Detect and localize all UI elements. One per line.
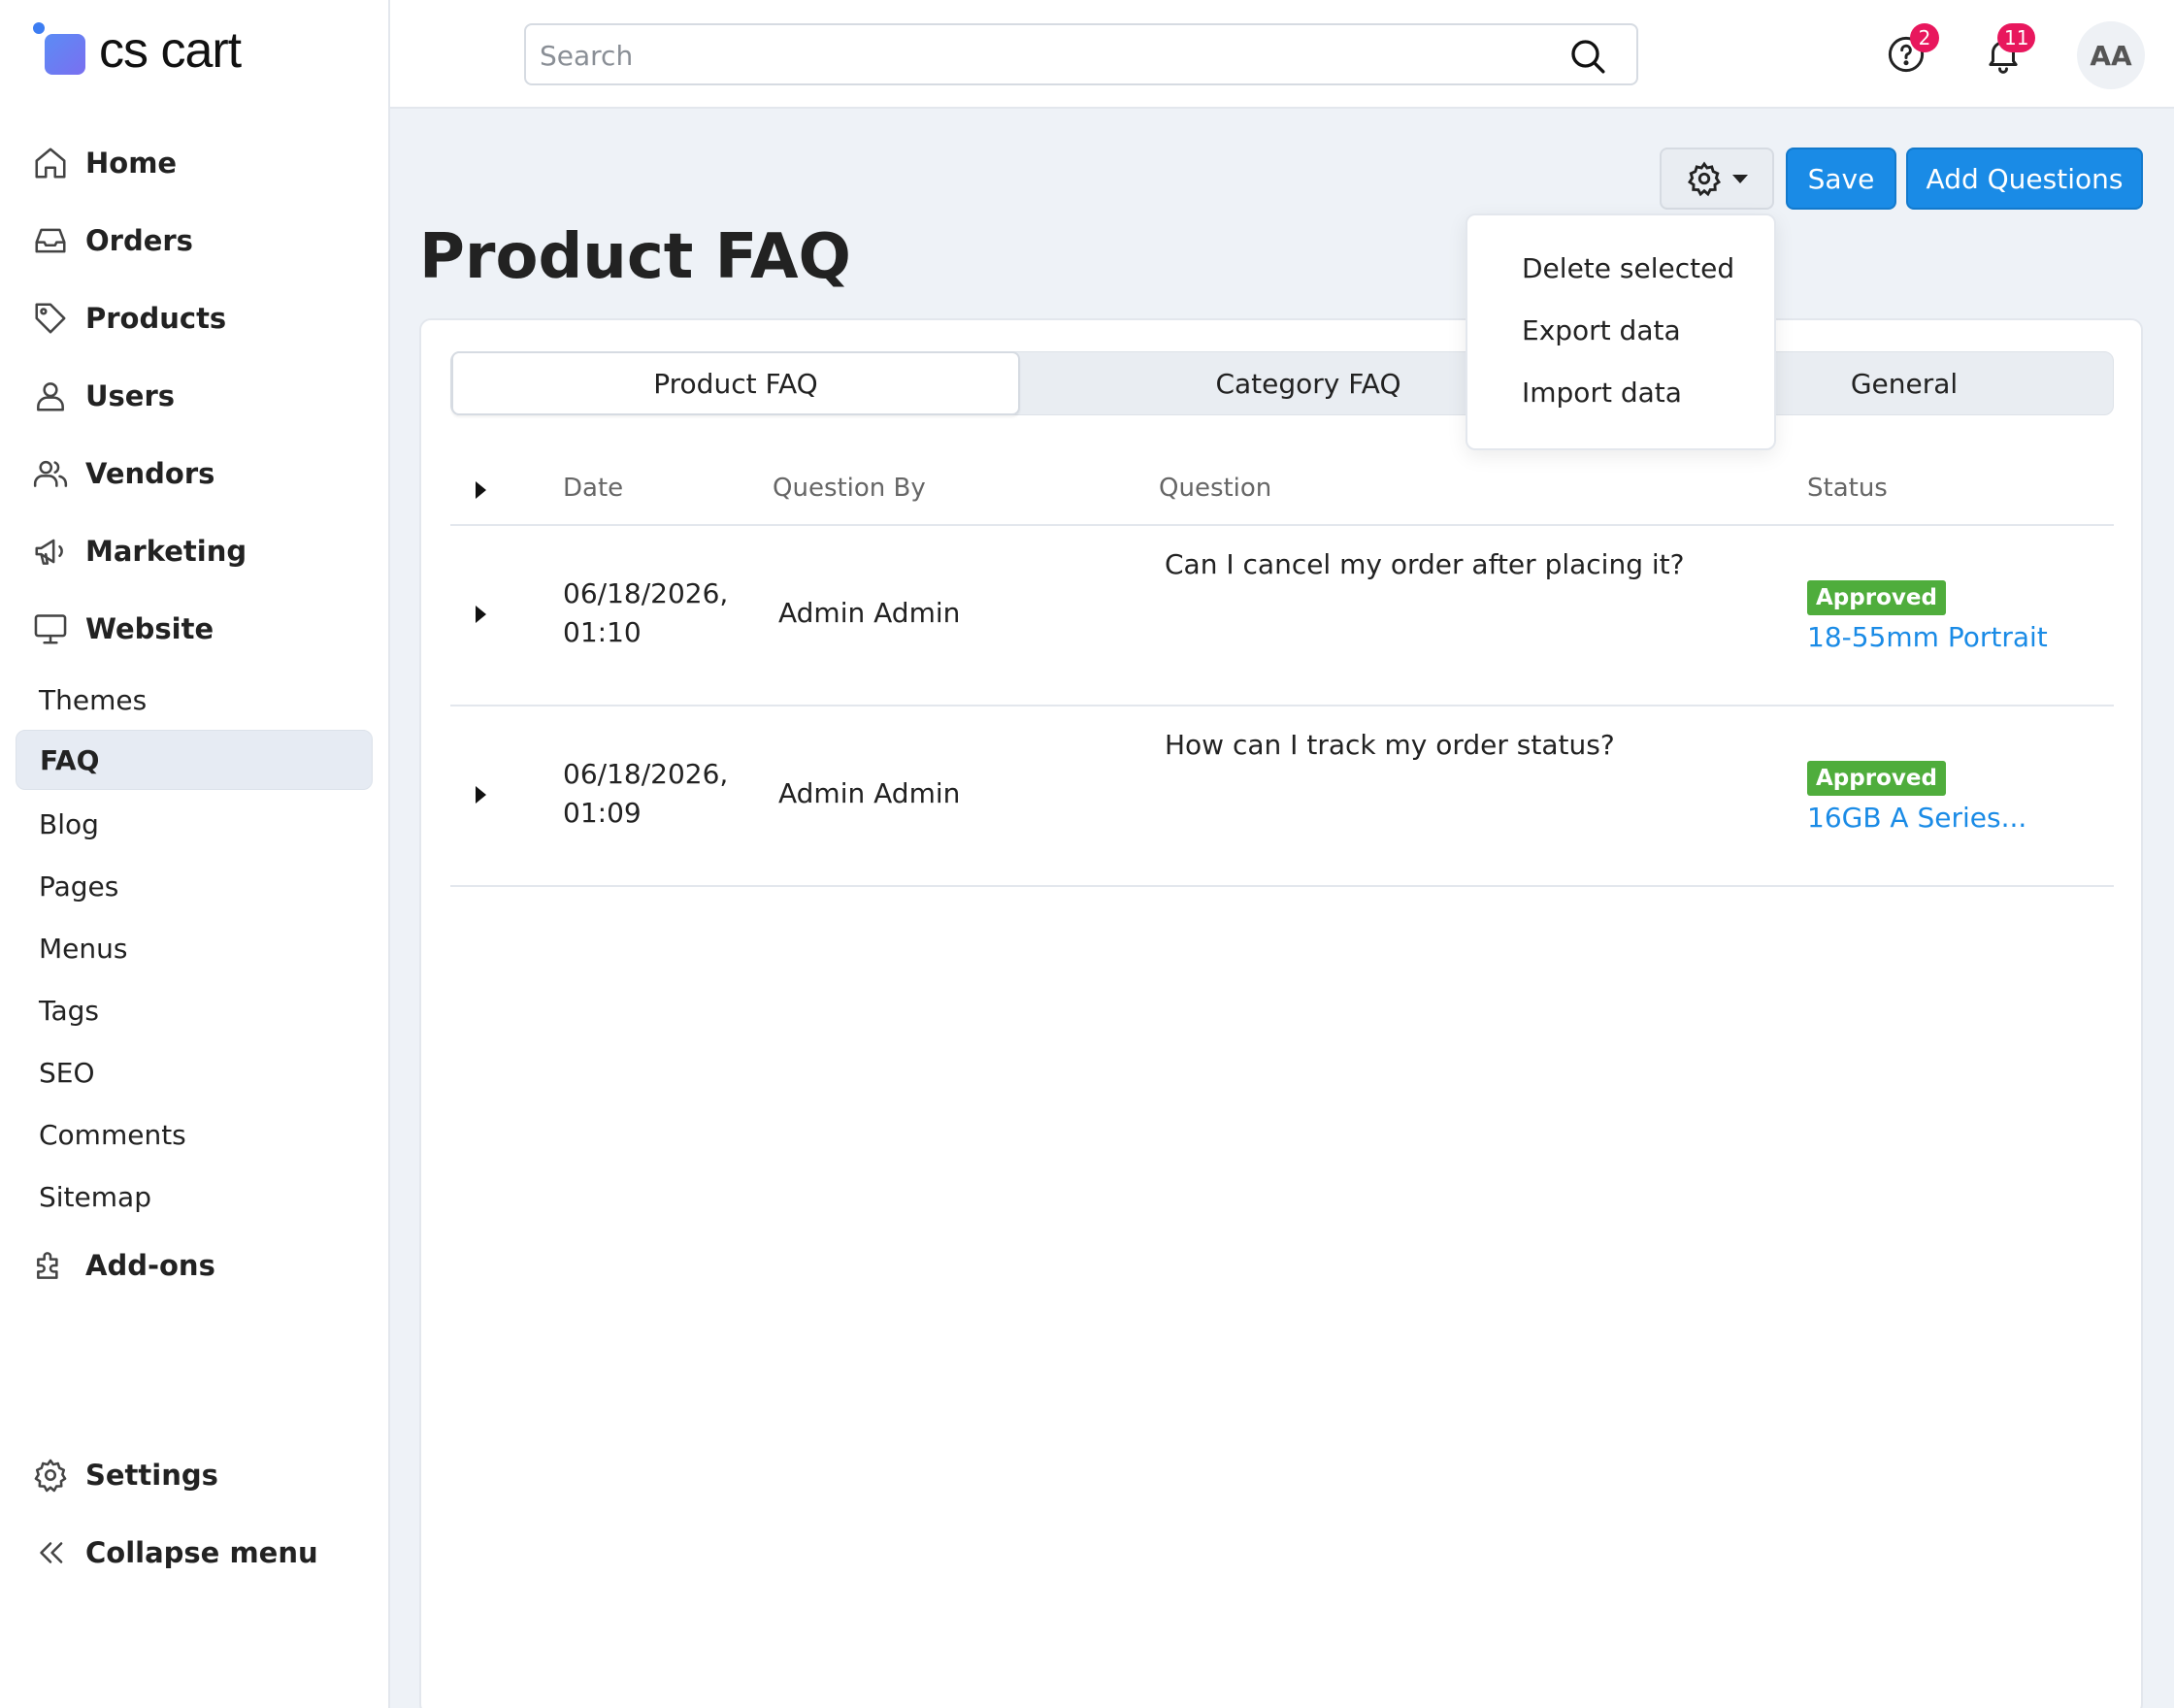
megaphone-icon (31, 532, 70, 571)
row-question: How can I track my order status? (1165, 729, 1615, 761)
column-header-question[interactable]: Question (1159, 474, 1271, 503)
row-date-line1: 06/18/2026, (563, 758, 729, 790)
sidebar-item-orders[interactable]: Orders (31, 212, 193, 270)
notifications-button[interactable]: 11 (1974, 23, 2036, 83)
settings-dropdown-button[interactable] (1660, 148, 1774, 210)
sidebar-item-products[interactable]: Products (31, 289, 226, 347)
sidebar-item-users[interactable]: Users (31, 367, 175, 425)
sidebar-item-label: Collapse menu (85, 1536, 318, 1569)
monitor-icon (31, 609, 70, 648)
status-badge: Approved (1807, 761, 1946, 796)
tab-bar: Product FAQ Category FAQ General (450, 351, 2114, 415)
row-date: 06/18/2026, 01:10 (563, 575, 728, 652)
row-question-by: Admin Admin (778, 597, 961, 629)
row-question: Can I cancel my order after placing it? (1165, 548, 1685, 580)
status-badge: Approved (1807, 580, 1946, 615)
sidebar-item-collapse-menu[interactable]: Collapse menu (31, 1524, 318, 1582)
search-input[interactable] (540, 35, 1549, 76)
row-question-by: Admin Admin (778, 777, 961, 809)
expand-all-icon[interactable] (476, 481, 486, 499)
faq-card: Product FAQ Category FAQ General Date Qu… (419, 318, 2143, 1708)
save-button[interactable]: Save (1786, 148, 1896, 210)
product-link[interactable]: 16GB A Series... (1807, 802, 2026, 834)
sidebar-item-label: Add-ons (85, 1249, 215, 1282)
sidebar-item-label: Users (85, 379, 176, 412)
column-header-status[interactable]: Status (1807, 474, 1888, 503)
sidebar-subitem-tags[interactable]: Tags (16, 980, 373, 1040)
search-box (524, 23, 1638, 85)
sidebar-subitem-themes[interactable]: Themes (16, 670, 373, 730)
avatar[interactable]: AA (2077, 21, 2145, 89)
add-questions-button[interactable]: Add Questions (1906, 148, 2143, 210)
settings-dropdown-menu: Delete selected Export data Import data (1466, 214, 1776, 450)
sidebar-item-home[interactable]: Home (31, 134, 177, 192)
sidebar-subitem-faq[interactable]: FAQ (16, 730, 373, 790)
help-badge: 2 (1910, 23, 1939, 52)
menu-item-export-data[interactable]: Export data (1522, 314, 1681, 346)
sidebar-subitem-sitemap[interactable]: Sitemap (16, 1166, 373, 1227)
users-icon (31, 454, 70, 493)
search-icon[interactable] (1568, 37, 1607, 76)
sidebar: cs cart Home Orders Products Users Vendo… (0, 0, 390, 1708)
row-date-line1: 06/18/2026, (563, 577, 729, 609)
table-row[interactable]: 06/18/2026, 01:09 Admin Admin How can I … (450, 706, 2114, 887)
table-row[interactable]: 06/18/2026, 01:10 Admin Admin Can I canc… (450, 526, 2114, 706)
logo-mark-icon (31, 22, 87, 79)
sidebar-item-vendors[interactable]: Vendors (31, 444, 214, 503)
product-link[interactable]: 18-55mm Portrait (1807, 621, 2048, 653)
notifications-badge: 11 (1997, 23, 2036, 52)
puzzle-icon (31, 1246, 70, 1285)
sidebar-subitem-pages[interactable]: Pages (16, 856, 373, 916)
logo[interactable]: cs cart (31, 21, 242, 80)
sidebar-subitem-seo[interactable]: SEO (16, 1042, 373, 1102)
table-header: Date Question By Question Status (450, 452, 2114, 526)
sidebar-subitem-blog[interactable]: Blog (16, 794, 373, 854)
expand-row-icon[interactable] (476, 786, 486, 804)
sidebar-item-addons[interactable]: Add-ons (31, 1236, 215, 1295)
column-header-question-by[interactable]: Question By (773, 474, 926, 503)
expand-row-icon[interactable] (476, 606, 486, 623)
row-date-line2: 01:09 (563, 797, 642, 829)
sidebar-subitem-menus[interactable]: Menus (16, 918, 373, 978)
row-date-line2: 01:10 (563, 616, 642, 648)
sidebar-item-website[interactable]: Website (31, 600, 214, 658)
inbox-icon (31, 221, 70, 260)
top-bar: 2 11 AA (390, 0, 2174, 109)
column-header-date[interactable]: Date (563, 474, 623, 503)
double-chevron-left-icon (31, 1533, 70, 1572)
tag-icon (31, 299, 70, 338)
gear-icon (1687, 161, 1722, 197)
sidebar-item-label: Marketing (85, 535, 247, 568)
sidebar-item-label: Home (85, 147, 178, 180)
home-icon (31, 144, 70, 182)
sidebar-subitem-comments[interactable]: Comments (16, 1104, 373, 1165)
sidebar-item-label: Orders (85, 224, 193, 257)
help-button[interactable]: 2 (1877, 23, 1939, 83)
logo-text: cs cart (99, 22, 242, 79)
sidebar-item-label: Website (85, 612, 214, 645)
menu-item-delete-selected[interactable]: Delete selected (1522, 252, 1734, 284)
gear-icon (31, 1456, 70, 1494)
page-title: Product FAQ (419, 221, 851, 293)
tab-product-faq[interactable]: Product FAQ (451, 351, 1020, 415)
caret-down-icon (1732, 174, 1748, 183)
row-date: 06/18/2026, 01:09 (563, 755, 728, 833)
sidebar-item-marketing[interactable]: Marketing (31, 522, 247, 580)
sidebar-item-settings[interactable]: Settings (31, 1446, 218, 1504)
sidebar-item-label: Settings (85, 1459, 218, 1492)
sidebar-item-label: Products (85, 302, 227, 335)
menu-item-import-data[interactable]: Import data (1522, 377, 1682, 409)
user-icon (31, 377, 70, 415)
sidebar-item-label: Vendors (85, 457, 215, 490)
